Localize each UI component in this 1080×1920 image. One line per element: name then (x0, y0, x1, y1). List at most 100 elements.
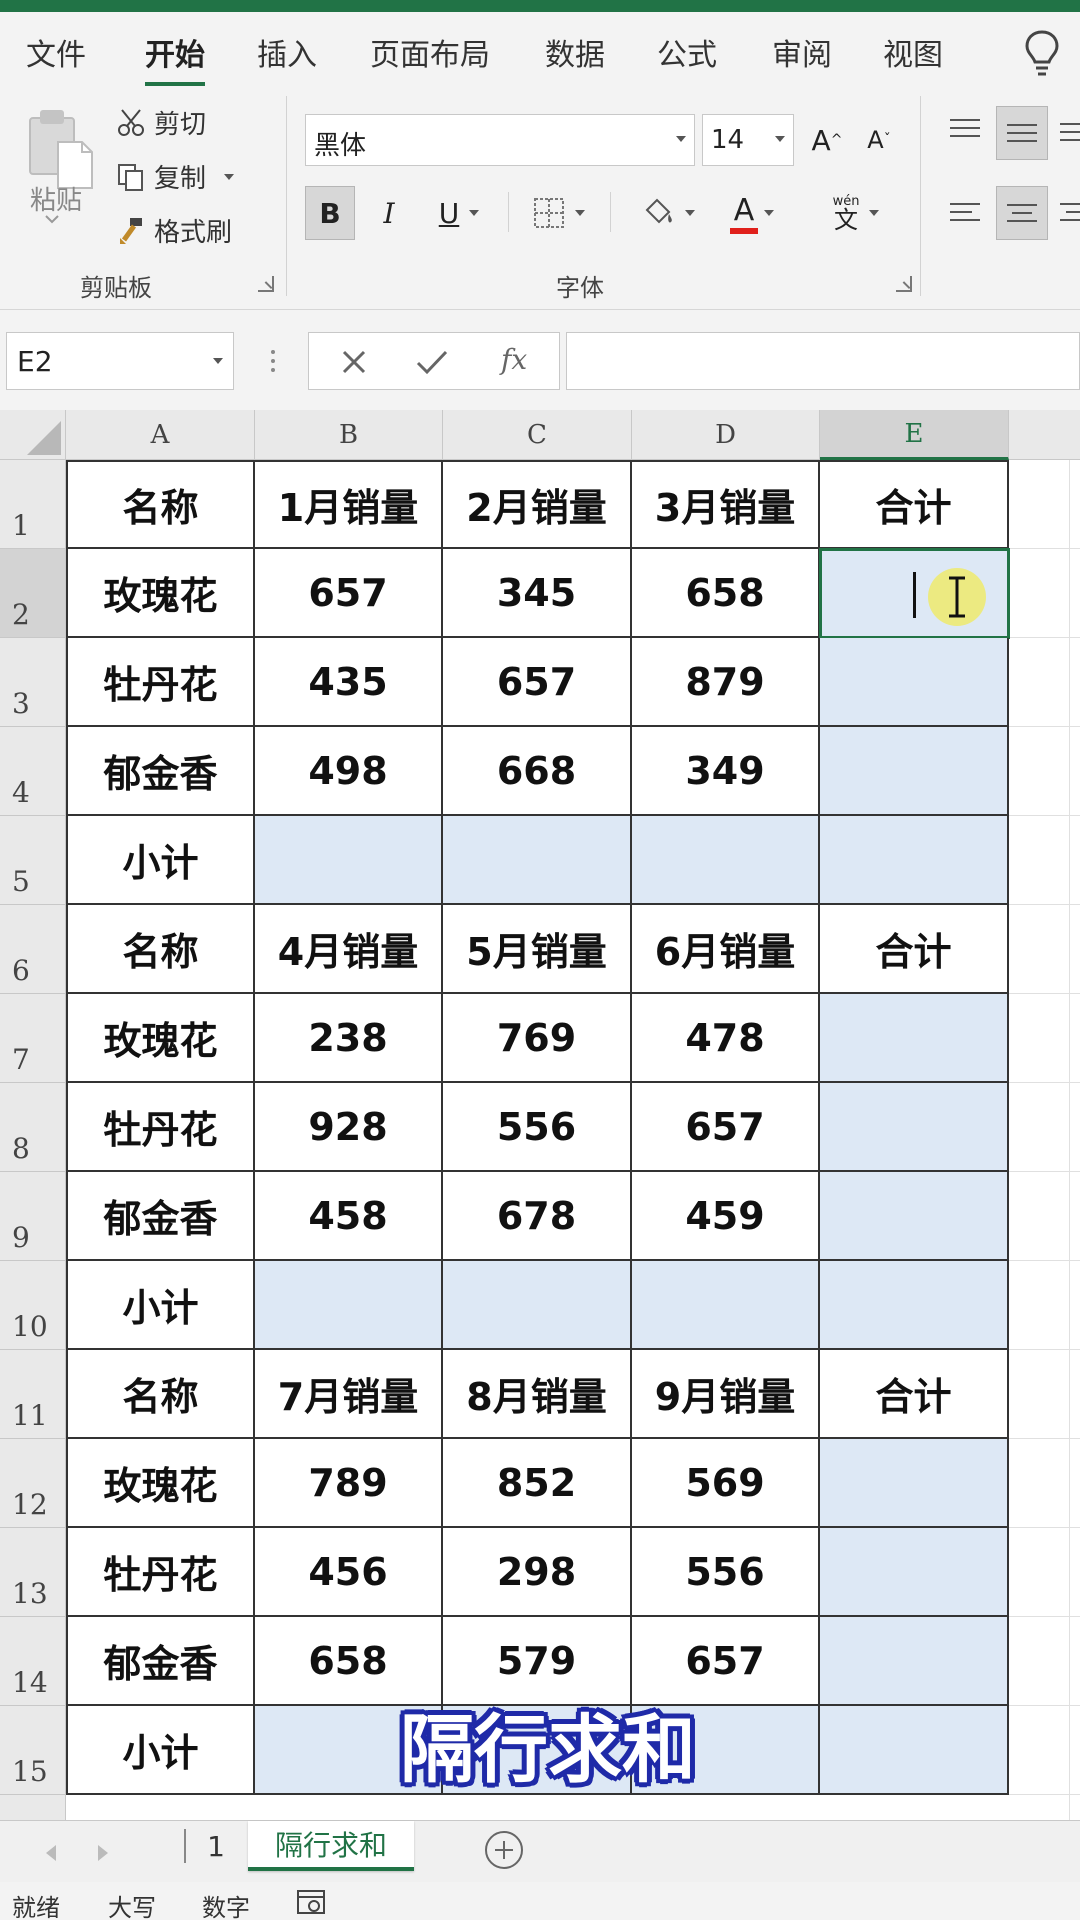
cell-a8[interactable]: 牡丹花 (66, 1083, 255, 1172)
cell-e11[interactable]: 合计 (820, 1350, 1009, 1439)
insert-function-button[interactable]: fx (501, 343, 527, 376)
cell-e12[interactable] (820, 1439, 1009, 1528)
column-header-d[interactable]: D (632, 410, 820, 460)
cell-a13[interactable]: 牡丹花 (66, 1528, 255, 1617)
sheet-tab-active[interactable]: 隔行求和 (248, 1821, 414, 1871)
cell-c9[interactable]: 678 (443, 1172, 632, 1261)
cell-e10[interactable] (820, 1261, 1009, 1350)
cell-d4[interactable]: 349 (632, 727, 820, 816)
row-header-2[interactable]: 2 (0, 549, 66, 638)
cell-c12[interactable]: 852 (443, 1439, 632, 1528)
row-header-6[interactable]: 6 (0, 905, 66, 994)
column-header-c[interactable]: C (443, 410, 632, 460)
name-box[interactable]: E2 (6, 332, 234, 390)
fill-color-button[interactable] (632, 186, 704, 240)
cell-b9[interactable]: 458 (255, 1172, 443, 1261)
cell-a3[interactable]: 牡丹花 (66, 638, 255, 727)
cell-a11[interactable]: 名称 (66, 1350, 255, 1439)
borders-button[interactable] (524, 186, 594, 240)
column-header-a[interactable]: A (66, 410, 255, 460)
sheet-tab-1[interactable]: 1 (196, 1821, 236, 1871)
cell-b8[interactable]: 928 (255, 1083, 443, 1172)
scroll-right-icon[interactable] (98, 1845, 108, 1861)
cell-d3[interactable]: 879 (632, 638, 820, 727)
font-color-button[interactable]: A (718, 186, 790, 240)
row-header-14[interactable]: 14 (0, 1617, 66, 1706)
cell-a14[interactable]: 郁金香 (66, 1617, 255, 1706)
cell-c6[interactable]: 5月销量 (443, 905, 632, 994)
cell-a10[interactable]: 小计 (66, 1261, 255, 1350)
cell-d2[interactable]: 658 (632, 549, 820, 638)
cell-e15[interactable] (820, 1706, 1009, 1795)
cell-a5[interactable]: 小计 (66, 816, 255, 905)
decrease-font-button[interactable]: Aˇ (860, 114, 898, 166)
cell-d7[interactable]: 478 (632, 994, 820, 1083)
cell-b5[interactable] (255, 816, 443, 905)
align-right-icon[interactable] (1058, 198, 1080, 228)
cell-d9[interactable]: 459 (632, 1172, 820, 1261)
lightbulb-icon[interactable] (1022, 28, 1062, 78)
tab-view[interactable]: 视图 (883, 30, 943, 74)
cell-e1[interactable]: 合计 (820, 460, 1009, 549)
cell-b12[interactable]: 789 (255, 1439, 443, 1528)
cell-e14[interactable] (820, 1617, 1009, 1706)
align-middle-button[interactable] (996, 106, 1048, 160)
row-header-10[interactable]: 10 (0, 1261, 66, 1350)
cell-a2[interactable]: 玫瑰花 (66, 549, 255, 638)
cell-c10[interactable] (443, 1261, 632, 1350)
cell-a9[interactable]: 郁金香 (66, 1172, 255, 1261)
phonetic-guide-button[interactable]: wén 文 (816, 186, 896, 240)
cell-a12[interactable]: 玫瑰花 (66, 1439, 255, 1528)
align-center-button[interactable] (996, 186, 1048, 240)
align-bottom-icon[interactable] (1058, 116, 1080, 146)
cell-a15[interactable]: 小计 (66, 1706, 255, 1795)
cell-c5[interactable] (443, 816, 632, 905)
chevron-down-icon[interactable] (224, 173, 235, 180)
row-header-5[interactable]: 5 (0, 816, 66, 905)
cell-b4[interactable]: 498 (255, 727, 443, 816)
cell-e4[interactable] (820, 727, 1009, 816)
cell-b1[interactable]: 1月销量 (255, 460, 443, 549)
copy-button[interactable]: 复制 (116, 158, 235, 195)
cell-d10[interactable] (632, 1261, 820, 1350)
cell-a1[interactable]: 名称 (66, 460, 255, 549)
align-left-icon[interactable] (948, 198, 982, 228)
cell-c11[interactable]: 8月销量 (443, 1350, 632, 1439)
tab-home[interactable]: 开始 (145, 30, 205, 86)
cell-d11[interactable]: 9月销量 (632, 1350, 820, 1439)
cell-e6[interactable]: 合计 (820, 905, 1009, 994)
chevron-down-icon[interactable] (213, 358, 223, 364)
cut-button[interactable]: 剪切 (116, 104, 206, 141)
select-all-corner[interactable] (0, 410, 66, 460)
tab-page-layout[interactable]: 页面布局 (370, 30, 490, 74)
cell-b2[interactable]: 657 (255, 549, 443, 638)
cell-c7[interactable]: 769 (443, 994, 632, 1083)
cell-b6[interactable]: 4月销量 (255, 905, 443, 994)
cell-d5[interactable] (632, 816, 820, 905)
cell-b11[interactable]: 7月销量 (255, 1350, 443, 1439)
cell-b7[interactable]: 238 (255, 994, 443, 1083)
cell-d1[interactable]: 3月销量 (632, 460, 820, 549)
tab-review[interactable]: 审阅 (772, 30, 832, 74)
cell-c2[interactable]: 345 (443, 549, 632, 638)
cell-c13[interactable]: 298 (443, 1528, 632, 1617)
column-header-e[interactable]: E (820, 410, 1009, 460)
row-header-12[interactable]: 12 (0, 1439, 66, 1528)
row-header-16[interactable] (0, 1795, 66, 1820)
row-header-3[interactable]: 3 (0, 638, 66, 727)
cell-e5[interactable] (820, 816, 1009, 905)
cell-c8[interactable]: 556 (443, 1083, 632, 1172)
underline-button[interactable]: U (424, 186, 494, 240)
cell-e13[interactable] (820, 1528, 1009, 1617)
dialog-launcher-icon[interactable] (896, 276, 912, 292)
font-size-select[interactable]: 14 (702, 114, 794, 166)
row-header-4[interactable]: 4 (0, 727, 66, 816)
cell-e9[interactable] (820, 1172, 1009, 1261)
row-header-11[interactable]: 11 (0, 1350, 66, 1439)
tab-insert[interactable]: 插入 (257, 30, 317, 74)
font-name-select[interactable]: 黑体 (305, 114, 695, 166)
formula-input[interactable] (566, 332, 1080, 390)
bold-button[interactable]: B (305, 186, 355, 240)
cell-c1[interactable]: 2月销量 (443, 460, 632, 549)
cancel-icon[interactable] (339, 347, 369, 377)
